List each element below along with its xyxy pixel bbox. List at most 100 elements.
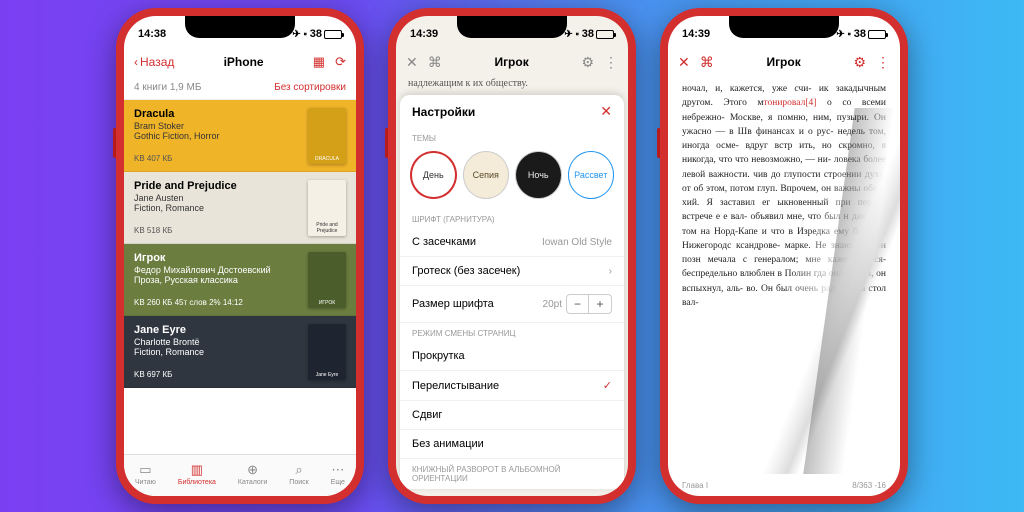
book-cover: ИГРОК: [308, 252, 346, 308]
refresh-icon[interactable]: ⟳: [335, 54, 346, 70]
book-item[interactable]: Pride and Prejudice Jane Austen Fiction,…: [124, 172, 356, 244]
chapter-label: Глава I: [682, 481, 708, 490]
book-item[interactable]: Dracula Bram Stoker Gothic Fiction, Horr…: [124, 100, 356, 172]
subheader: 4 книги 1,9 МБ Без сортировки: [124, 78, 356, 100]
tabbar: ▭Читаю ▥Библиотека ⊕Каталоги ⌕Поиск ⋯Еще: [124, 454, 356, 496]
airplane-icon: ✈︎: [564, 29, 572, 40]
increase-button[interactable]: +: [589, 295, 611, 313]
book-cover: Jane Eyre: [308, 324, 346, 380]
search-icon: ⌕: [295, 462, 302, 478]
close-icon[interactable]: ✕: [406, 54, 418, 71]
font-sans-row[interactable]: Гротеск (без засечек) ›: [400, 257, 624, 286]
time: 14:39: [410, 28, 438, 40]
tab-catalogs[interactable]: ⊕Каталоги: [238, 462, 267, 486]
font-serif-row[interactable]: С засечками Iowan Old Style: [400, 228, 624, 257]
section-themes: ТЕМЫ: [400, 128, 624, 147]
book-genre: Проза, Русская классика: [134, 275, 308, 285]
paging-flip[interactable]: Перелистывание✓: [400, 371, 624, 401]
close-panel-button[interactable]: ✕: [600, 103, 612, 120]
back-button[interactable]: ‹ Назад: [134, 55, 174, 69]
time: 14:38: [138, 28, 166, 40]
grid-icon[interactable]: ▦: [313, 54, 325, 70]
notch: [457, 16, 567, 38]
section-font: ШРИФТ (ГАРНИТУРА): [400, 209, 624, 228]
chevron-right-icon: ›: [609, 266, 612, 277]
page-indicator: 8/363 -16: [852, 481, 886, 490]
phone-reader: 14:39 ✈︎ ⬞ 38 ✕ ⌘ Игрок ⚙ ⋮ ночал, и, к: [660, 8, 908, 504]
notch: [185, 16, 295, 38]
check-icon: ✓: [603, 379, 612, 392]
book-genre: Fiction, Romance: [134, 203, 308, 213]
book-title: Dracula: [134, 108, 308, 120]
time: 14:39: [682, 28, 710, 40]
tab-reading[interactable]: ▭Читаю: [135, 462, 156, 486]
sliders-icon[interactable]: ⚙: [581, 54, 594, 71]
font-size-row: Размер шрифта 20pt − +: [400, 286, 624, 323]
more-icon: ⋯: [331, 462, 344, 478]
wifi-icon: ⬞: [576, 28, 579, 41]
book-title: Pride and Prejudice: [134, 180, 308, 192]
book-genre: Gothic Fiction, Horror: [134, 131, 308, 141]
theme-day[interactable]: День: [410, 151, 457, 199]
book-size: KB 697 КБ: [134, 370, 308, 379]
book-author: Charlotte Brontë: [134, 337, 308, 347]
navbar: ‹ Назад iPhone ▦ ⟳: [124, 46, 356, 78]
reader-footer: Глава I 8/363 -16: [682, 481, 886, 490]
theme-sepia[interactable]: Сепия: [463, 151, 509, 199]
tab-search[interactable]: ⌕Поиск: [289, 462, 308, 486]
tab-library[interactable]: ▥Библиотека: [178, 462, 216, 486]
book-author: Bram Stoker: [134, 121, 308, 131]
book-item[interactable]: Игрок Федор Михайлович Достоевский Проза…: [124, 244, 356, 316]
page-title: iPhone: [174, 55, 312, 69]
paging-none[interactable]: Без анимации: [400, 430, 624, 459]
book-title: Jane Eyre: [134, 324, 308, 336]
phone-settings: 14:39 ✈︎ ⬞ 38 ✕ ⌘ Игрок ⚙ ⋮ надлежащим к…: [388, 8, 636, 504]
theme-picker: День Сепия Ночь Рассвет: [400, 147, 624, 209]
book-open-icon: ▭: [139, 462, 151, 478]
book-author: Jane Austen: [134, 193, 308, 203]
book-size: KB 260 КБ 45т слов 2% 14:12: [134, 298, 308, 307]
more-icon[interactable]: ⋮: [876, 54, 890, 71]
library-icon: ▥: [191, 462, 203, 478]
section-paging: РЕЖИМ СМЕНЫ СТРАНИЦ: [400, 323, 624, 342]
wifi-icon: ⬞: [304, 28, 307, 41]
reader-snippet: надлежащим к их обществу.: [396, 78, 628, 95]
tab-more[interactable]: ⋯Еще: [331, 462, 345, 486]
paging-slide[interactable]: Сдвиг: [400, 401, 624, 430]
book-author: Федор Михайлович Достоевский: [134, 265, 308, 275]
wifi-icon: ⬞: [848, 28, 851, 41]
book-size: KB 518 КБ: [134, 226, 308, 235]
footnote-ref[interactable]: тонировал[4]: [763, 98, 816, 108]
book-cover: DRACULA: [308, 108, 346, 164]
settings-panel: Настройки ✕ ТЕМЫ День Сепия Ночь Рассвет…: [400, 95, 624, 489]
battery-indicator: 38: [582, 28, 614, 40]
theme-dawn[interactable]: Рассвет: [568, 151, 614, 199]
battery-indicator: 38: [854, 28, 886, 40]
book-item[interactable]: Jane Eyre Charlotte Brontë Fiction, Roma…: [124, 316, 356, 388]
theme-night[interactable]: Ночь: [515, 151, 561, 199]
close-icon[interactable]: ✕: [678, 54, 690, 71]
font-serif-value: Iowan Old Style: [542, 237, 612, 248]
book-genre: Fiction, Romance: [134, 347, 308, 357]
book-cover: Pride and Prejudice: [308, 180, 346, 236]
panel-title: Настройки: [412, 105, 475, 119]
font-size-stepper: − +: [566, 294, 612, 314]
phone-library: 14:38 ✈︎ ⬞ 38 ‹ Назад iPhone ▦ ⟳ 4 книги…: [116, 8, 364, 504]
book-count: 4 книги 1,9 МБ: [134, 82, 201, 93]
reader-navbar: ✕ ⌘ Игрок ⚙ ⋮: [396, 46, 628, 78]
reader-page[interactable]: ночал, и, кажется, уже счи- ик закадычны…: [668, 78, 900, 474]
grid-icon[interactable]: ⌘: [700, 54, 714, 71]
spread-toggle-row: Книжный разворот: [400, 487, 624, 489]
sort-button[interactable]: Без сортировки: [274, 82, 346, 93]
paging-scroll[interactable]: Прокрутка: [400, 342, 624, 371]
notch: [729, 16, 839, 38]
section-spread: КНИЖНЫЙ РАЗВОРОТ В АЛЬБОМНОЙ ОРИЕНТАЦИИ: [400, 459, 624, 487]
decrease-button[interactable]: −: [567, 295, 589, 313]
more-icon[interactable]: ⋮: [604, 54, 618, 71]
reader-title: Игрок: [494, 55, 528, 69]
grid-icon[interactable]: ⌘: [428, 54, 442, 71]
book-list[interactable]: Dracula Bram Stoker Gothic Fiction, Horr…: [124, 100, 356, 468]
airplane-icon: ✈︎: [292, 29, 300, 40]
book-title: Игрок: [134, 252, 308, 264]
sliders-icon[interactable]: ⚙: [853, 54, 866, 71]
